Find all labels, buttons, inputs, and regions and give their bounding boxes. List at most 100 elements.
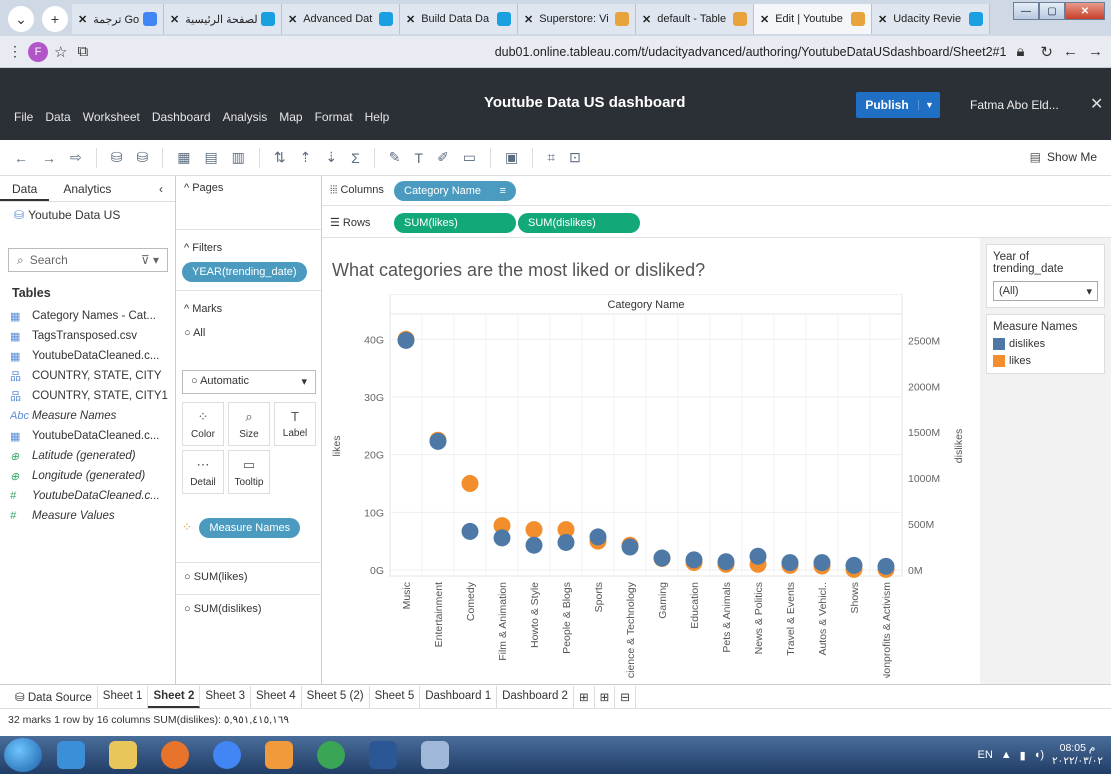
more-menu-icon[interactable]: ⋮ (8, 43, 22, 60)
tab-data-source[interactable]: ⛁ Data Source (10, 685, 98, 708)
mark-type-select[interactable]: ○ Automatic ▾ (182, 370, 316, 394)
tab-groups-icon[interactable]: ⧉ (77, 43, 88, 60)
browser-tab[interactable]: ✕ default - Table (636, 4, 754, 34)
sheet-tab[interactable]: Sheet 4 (251, 685, 302, 708)
menu-item[interactable]: Worksheet (83, 110, 140, 124)
highlight-icon[interactable]: ✎ (389, 149, 401, 166)
browser-tab[interactable]: ✕ Udacity Revie (872, 4, 990, 34)
rows-shelf[interactable]: ☰ Rows SUM(likes) SUM(dislikes) (322, 208, 1111, 238)
label-icon[interactable]: T (415, 150, 424, 166)
label-button[interactable]: T Label (274, 402, 316, 446)
pause-updates-icon[interactable]: ⛁ (136, 149, 148, 166)
show-cards-icon[interactable]: ▣ (505, 149, 518, 166)
tab-close-icon[interactable]: ✕ (78, 13, 87, 26)
new-worksheet-icon[interactable]: ▦ (177, 149, 190, 166)
close-window-icon[interactable]: ✕ (1065, 2, 1105, 20)
field-item[interactable]: 品 COUNTRY, STATE, CITY1 (10, 386, 170, 406)
sheet-tab[interactable]: Sheet 2 (148, 685, 201, 708)
language-indicator[interactable]: EN (978, 749, 993, 761)
sum-likes-pill[interactable]: SUM(likes) (394, 212, 516, 233)
measure-names-pill[interactable]: Measure Names (199, 518, 301, 538)
profile-avatar[interactable]: F (28, 41, 48, 62)
annotate-icon[interactable]: ✐ (437, 149, 449, 166)
duplicate-icon[interactable]: ▤ (204, 149, 217, 166)
word-icon[interactable] (360, 738, 406, 772)
tooltip-icon[interactable]: ⌗ (547, 149, 555, 166)
tab-data[interactable]: Data (0, 176, 50, 201)
replay-icon[interactable]: ⇨ (70, 149, 82, 166)
menu-item[interactable]: Analysis (223, 110, 268, 124)
maximize-icon[interactable]: ▢ (1039, 2, 1065, 20)
sort-desc-icon[interactable]: ⇣ (325, 149, 337, 166)
pages-drop-area[interactable] (176, 200, 321, 230)
field-item[interactable]: 品 COUNTRY, STATE, CITY (10, 366, 170, 386)
menu-item[interactable]: Dashboard (152, 110, 211, 124)
category-name-pill[interactable]: Category Name ≡ (394, 180, 516, 201)
redo-icon[interactable]: → (42, 150, 56, 166)
pages-card[interactable]: ^ Pages (176, 176, 321, 200)
fit-icon[interactable]: ▭ (463, 149, 476, 166)
minimize-icon[interactable]: — (1013, 2, 1039, 20)
filters-card[interactable]: ^ Filters (176, 236, 321, 260)
undo-icon[interactable]: ← (14, 150, 28, 166)
firefox-icon[interactable] (152, 738, 198, 772)
legend-item[interactable]: likes (993, 355, 1098, 367)
sheet-tab[interactable]: Sheet 5 (370, 685, 421, 708)
start-button[interactable] (4, 738, 42, 772)
new-worksheet-tab-icon[interactable]: ⊞ (574, 685, 595, 708)
new-story-tab-icon[interactable]: ⊟ (615, 685, 636, 708)
new-dashboard-tab-icon[interactable]: ⊞ (595, 685, 616, 708)
bookmark-star-icon[interactable]: ☆ (54, 43, 67, 61)
sheet-tab[interactable]: Sheet 1 (98, 685, 149, 708)
field-item[interactable]: # YoutubeDataCleaned.c... (10, 486, 170, 506)
browser-tab[interactable]: ✕ Edit | Youtube (754, 4, 872, 34)
browser-tab[interactable]: ✕ Build Data Da (400, 4, 518, 34)
sum-dislikes-pill[interactable]: SUM(dislikes) (518, 212, 640, 233)
field-item[interactable]: ▦ YoutubeDataCleaned.c... (10, 426, 170, 446)
tab-close-icon[interactable]: ✕ (524, 13, 533, 26)
sheet-tab[interactable]: Dashboard 1 (420, 685, 498, 708)
field-item[interactable]: ▦ YoutubeDataCleaned.c... (10, 346, 170, 366)
sort-asc-icon[interactable]: ⇡ (300, 149, 312, 166)
color-button[interactable]: ⁘ Color (182, 402, 224, 446)
sum-likes-card[interactable]: ○ SUM(likes) (176, 562, 322, 589)
tab-close-icon[interactable]: ✕ (288, 13, 297, 26)
field-item[interactable]: # Measure Values (10, 506, 170, 526)
explorer-icon[interactable] (100, 738, 146, 772)
show-me-button[interactable]: ▤ Show Me (1030, 150, 1097, 164)
network-icon[interactable]: ▮ (1020, 749, 1026, 762)
back-icon[interactable]: ← (1063, 43, 1078, 60)
clear-sheet-icon[interactable]: ▥ (232, 149, 245, 166)
forward-icon[interactable]: → (1088, 43, 1103, 60)
menu-item[interactable]: Map (279, 110, 302, 124)
size-button[interactable]: ⌕ Size (228, 402, 270, 446)
filter-icon[interactable]: ⊽ ▾ (141, 253, 159, 267)
marks-all[interactable]: ○ All (176, 321, 321, 345)
clock[interactable]: 08:05 م ٢٠٢٢/٠٣/٠٢ (1052, 742, 1103, 768)
tab-close-icon[interactable]: ✕ (642, 13, 651, 26)
publish-dropdown-icon[interactable]: ▼ (918, 100, 940, 110)
new-tab-icon[interactable]: + (42, 6, 68, 32)
swap-icon[interactable]: ⇅ (274, 149, 286, 166)
tab-close-icon[interactable]: ✕ (406, 13, 415, 26)
menu-item[interactable]: File (14, 110, 33, 124)
sheet-tab[interactable]: Sheet 5 (2) (302, 685, 370, 708)
user-name[interactable]: Fatma Abo Eld... (970, 98, 1059, 112)
ie-icon[interactable] (48, 738, 94, 772)
close-editor-icon[interactable]: ✕ (1090, 94, 1103, 114)
menu-item[interactable]: Format (315, 110, 353, 124)
paint-brush-icon[interactable] (412, 738, 458, 772)
sheet-tab[interactable]: Sheet 3 (200, 685, 252, 708)
field-item[interactable]: Abc Measure Names (10, 406, 170, 426)
detail-button[interactable]: ⋯ Detail (182, 450, 224, 494)
tab-close-icon[interactable]: ✕ (760, 13, 769, 26)
new-datasource-icon[interactable]: ⛁ (111, 149, 123, 166)
legend-item[interactable]: dislikes (993, 338, 1098, 350)
filter-pill[interactable]: YEAR(trending_date) (182, 262, 307, 282)
tray-arrow-icon[interactable]: ▲ (1001, 749, 1012, 761)
publish-button[interactable]: Publish ▼ (856, 92, 940, 118)
search-input[interactable]: ⌕ Search ⊽ ▾ (8, 248, 168, 272)
menu-item[interactable]: Help (365, 110, 390, 124)
presentation-icon[interactable]: ⊡ (569, 149, 581, 166)
chrome-icon[interactable] (204, 738, 250, 772)
